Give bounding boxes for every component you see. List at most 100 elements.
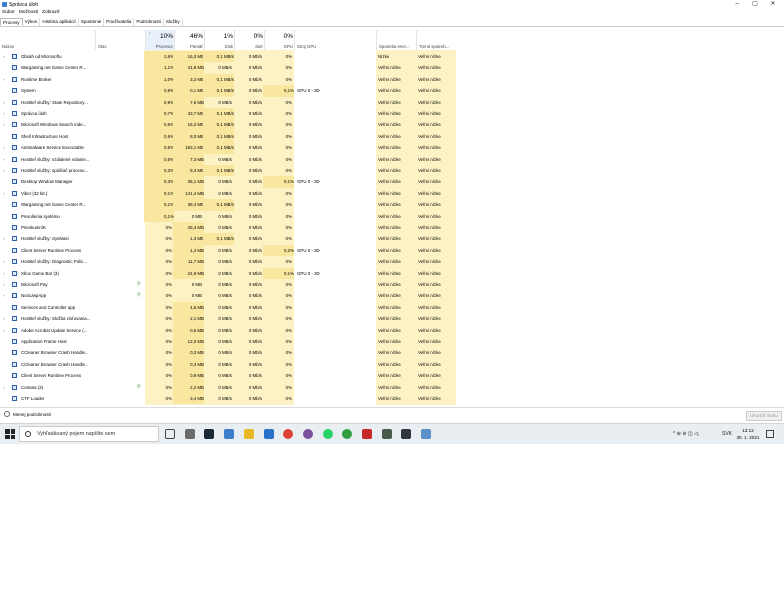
task-manager-icon[interactable]: [421, 429, 432, 439]
table-row[interactable]: › Viber (32 bit.) 0,1% 141,4 MB 0 MB/s 0 Mb/s…: [0, 187, 784, 200]
tab-services[interactable]: Služby: [164, 18, 183, 26]
expand-chevron-icon[interactable]: ›: [3, 97, 5, 108]
column-header-network[interactable]: 0% Sieť: [234, 30, 265, 50]
table-row[interactable]: CCleaner Browser Crash Handle... 0% 0,3 MB…: [0, 347, 784, 359]
tab-users[interactable]: Používatelia: [104, 18, 135, 26]
expand-chevron-icon[interactable]: ›: [3, 268, 5, 279]
table-row[interactable]: › Obsah od Microsoftu 2,6% 16,3 MB 0,1 MB/s 0…: [0, 51, 784, 63]
table-row[interactable]: › Runtime Broker 1,0% 3,2 MB 0,1 MB/s 0 Mb/s 0…: [0, 73, 784, 86]
taskbar-clock[interactable]: 13:12 30. 1. 2021: [736, 427, 760, 441]
table-row[interactable]: › ⚲ Microsoft Pay 0% 0 MB 0 MB/s 0 Mb/s 0% Veľmi…: [0, 279, 784, 290]
input-language[interactable]: SVK: [722, 424, 732, 444]
table-row[interactable]: CTF Loader 0% 3,4 MB 0 MB/s 0 Mb/s 0% Veľmi ní…: [0, 393, 784, 405]
expand-chevron-icon[interactable]: ›: [3, 233, 5, 244]
expand-chevron-icon[interactable]: ›: [3, 290, 5, 301]
table-row[interactable]: › ⚲ NcsiUwpApp 0% 0 MB 0 MB/s 0 Mb/s 0% Veľmi ní…: [0, 290, 784, 301]
tab-details[interactable]: Podrobnosti: [134, 18, 164, 26]
tab-processes[interactable]: Procesy: [0, 18, 23, 26]
table-row[interactable]: › Hostiteľ služby: State Repository... 0,9…: [0, 96, 784, 108]
taskbar-search-box[interactable]: Vyhľadávaný pojem napíšte sem: [19, 426, 159, 442]
menu-options[interactable]: Možnosti: [17, 9, 40, 17]
column-header-gpu[interactable]: 0% GPU: [264, 30, 295, 50]
column-header-name[interactable]: Názov: [0, 30, 95, 50]
column-header-power-usage[interactable]: Spotreba ener...: [376, 30, 417, 50]
fewer-details-link[interactable]: Menej podrobností: [13, 408, 51, 421]
wargaming-icon[interactable]: [401, 429, 412, 439]
expand-chevron-icon[interactable]: ›: [3, 165, 5, 176]
notification-center-icon[interactable]: [766, 430, 774, 438]
table-row[interactable]: Wargaming.net Game Center R... 1,1% 41,9 M…: [0, 62, 784, 74]
calculator-icon[interactable]: [184, 429, 195, 439]
tab-startup[interactable]: Spustenie: [79, 18, 105, 26]
collapse-icon[interactable]: [4, 411, 10, 417]
process-gpu-engine: [297, 51, 367, 62]
column-header-cpu[interactable]: ˇ 10% Procesor: [145, 30, 175, 50]
ccleaner-icon[interactable]: [362, 429, 372, 439]
close-button[interactable]: ✕: [764, 0, 782, 9]
table-row[interactable]: › Hostiteľ služby: spúšťač procesu... 0,3%…: [0, 165, 784, 177]
table-row[interactable]: Application Frame Host 0% 12,0 MB 0 MB/s 0 M…: [0, 336, 784, 348]
tab-performance[interactable]: Výkon: [23, 18, 41, 26]
table-row[interactable]: PrieskumníK 0% 45,4 MB 0 MB/s 0 Mb/s 0% Veľmi …: [0, 222, 784, 234]
column-header-disk[interactable]: 1% Disk: [204, 30, 235, 50]
expand-chevron-icon[interactable]: ›: [3, 188, 5, 199]
steam-icon[interactable]: [204, 429, 215, 439]
world-of-tanks-icon[interactable]: [381, 429, 392, 439]
table-row[interactable]: Prerušenia systému 0,1% 0 MB 0 MB/s 0 Mb/s 0%…: [0, 210, 784, 222]
table-row[interactable]: › Xbox Game Bar (3) 0% 24,9 MB 0 MB/s 0 Mb/s 0…: [0, 267, 784, 279]
table-row[interactable]: CCleaner Browser Crash Handle... 0% 0,3 MB…: [0, 358, 784, 371]
table-row[interactable]: › Hostiteľ služby: Diagnostic Polic... 0% 1…: [0, 256, 784, 268]
menu-view[interactable]: Zobraziť: [40, 9, 62, 17]
table-row[interactable]: › Hostiteľ služby: vzdialené volanie... 0,…: [0, 153, 784, 165]
expand-chevron-icon[interactable]: ›: [3, 142, 5, 153]
table-row[interactable]: Client Server Runtime Process 0% 1,4 MB 0 M…: [0, 244, 784, 257]
process-name: Hostiteľ služby: vzdialené volanie...: [21, 156, 90, 162]
process-name: CTF Loader: [21, 396, 45, 401]
expand-chevron-icon[interactable]: ›: [3, 51, 5, 62]
column-header-memory[interactable]: 46% Pamäť: [174, 30, 205, 50]
expand-chevron-icon[interactable]: ›: [3, 108, 5, 119]
process-name: Client Server Runtime Process: [21, 373, 82, 379]
expand-chevron-icon[interactable]: ›: [3, 313, 5, 324]
chrome-icon[interactable]: [283, 429, 294, 439]
table-row[interactable]: Desktop Window Manager 0,3% 36,1 MB 0 MB/s 0…: [0, 176, 784, 188]
expand-chevron-icon[interactable]: ›: [3, 154, 5, 165]
utorrent-icon[interactable]: [342, 429, 353, 439]
table-row[interactable]: Wargaming.net Game Center R... 0,1% 38,4 M…: [0, 199, 784, 211]
table-row[interactable]: Client Server Runtime Process 0% 0,9 MB 0 M…: [0, 370, 784, 382]
table-row[interactable]: › Hostiteľ služby: SysMain 0% 1,3 MB 0,1 MB/…: [0, 233, 784, 245]
expand-chevron-icon[interactable]: ›: [3, 74, 5, 85]
minimize-button[interactable]: –: [728, 0, 746, 9]
process-network: 0 Mb/s: [248, 145, 262, 151]
table-row[interactable]: Shell Infrastructure Host 0,6% 8,0 MB 0,1 M…: [0, 130, 784, 143]
expand-chevron-icon[interactable]: ›: [3, 256, 5, 267]
file-explorer-icon[interactable]: [243, 429, 254, 439]
tab-app-history[interactable]: História aplikácií: [40, 18, 79, 26]
end-task-button[interactable]: Ukončiť úlohu: [746, 411, 782, 421]
expand-chevron-icon[interactable]: ›: [3, 382, 5, 393]
table-row[interactable]: › Správca úloh 0,7% 33,7 MB 0,1 MB/s 0 Mb/s 0%…: [0, 108, 784, 120]
table-row[interactable]: System 0,9% 0,1 MB 0,1 MB/s 0 Mb/s 0,1% GPU 0 …: [0, 85, 784, 97]
table-row[interactable]: › Adobe Acrobat Update Service (... 0% 0,6 …: [0, 324, 784, 336]
menu-file[interactable]: Súbor: [0, 9, 17, 17]
table-row[interactable]: › Microsoft Windows Search Inde... 0,6% 16,…: [0, 119, 784, 131]
table-row[interactable]: Services and Controller app 0% 4,5 MB 0 MB/…: [0, 301, 784, 314]
table-row[interactable]: › Antimalware Service Executable 0,5% 183,1…: [0, 142, 784, 154]
viber-icon[interactable]: [302, 429, 313, 439]
mail-icon[interactable]: [263, 429, 274, 439]
table-row[interactable]: › ⚲ Cortana (2) 0% 2,2 MB 0 MB/s 0 Mb/s 0% Veľmi…: [0, 381, 784, 393]
column-header-status[interactable]: Stav: [95, 30, 146, 50]
maximize-button[interactable]: ▢: [746, 0, 764, 9]
column-header-power-trend[interactable]: Trend spotreb...: [416, 30, 457, 50]
whatsapp-icon[interactable]: [322, 429, 333, 439]
task-view-icon[interactable]: [165, 429, 175, 439]
notepad-icon[interactable]: [224, 429, 235, 439]
table-row[interactable]: › Hostiteľ služby: Služba zisťovania... 0%…: [0, 313, 784, 325]
expand-chevron-icon[interactable]: ›: [3, 325, 5, 336]
expand-chevron-icon[interactable]: ›: [3, 279, 5, 290]
expand-chevron-icon[interactable]: ›: [3, 119, 5, 130]
process-power-usage: Veľmi nízke: [378, 111, 401, 116]
column-header-gpu-engine[interactable]: Stroj GPU: [294, 30, 377, 50]
windows-start-icon[interactable]: [5, 429, 15, 439]
system-tray-icons[interactable]: ^ ⊕ ⊘ ◫ ◁ᵢ: [673, 424, 699, 444]
